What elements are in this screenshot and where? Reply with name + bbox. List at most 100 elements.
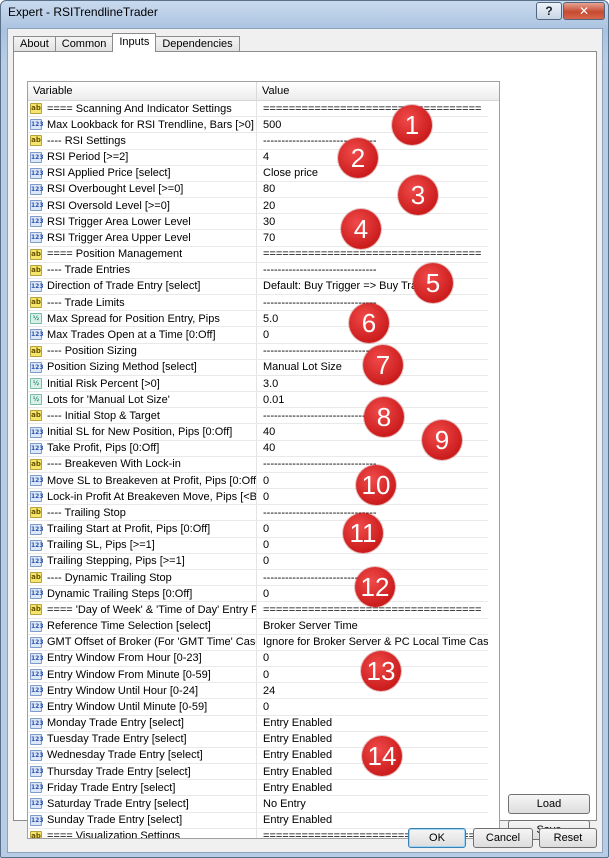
value-cell[interactable]: 0	[257, 699, 488, 714]
variable-cell[interactable]: 123 Tuesday Trade Entry [select]	[28, 731, 257, 747]
table-row[interactable]: 123 Trailing Start at Profit, Pips [0:Off…	[28, 521, 488, 538]
variable-cell[interactable]: 123 Sunday Trade Entry [select]	[28, 812, 257, 828]
table-row[interactable]: 123 Entry Window Until Hour [0-24] 24	[28, 683, 488, 700]
column-header-value[interactable]: Value	[257, 82, 499, 101]
table-row[interactable]: 123 Thursday Trade Entry [select] Entry En…	[28, 764, 488, 781]
variable-cell[interactable]: ab ---- Initial Stop & Target	[28, 408, 257, 424]
value-cell[interactable]: ==================================	[257, 101, 488, 116]
value-cell[interactable]: Default: Buy Trigger => Buy Trade	[257, 279, 488, 294]
variable-cell[interactable]: ab ---- Trade Limits	[28, 295, 257, 311]
table-row[interactable]: 123 Tuesday Trade Entry [select] Entry Ena…	[28, 731, 488, 748]
variable-cell[interactable]: 123 Dynamic Trailing Steps [0:Off]	[28, 586, 257, 602]
variable-cell[interactable]: ab ---- Dynamic Trailing Stop	[28, 569, 257, 586]
variable-cell[interactable]: ab ---- RSI Settings	[28, 133, 257, 149]
table-row[interactable]: 123 RSI Trigger Area Lower Level 30	[28, 214, 488, 231]
variable-cell[interactable]: 123 RSI Period [>=2]	[28, 149, 257, 165]
variable-cell[interactable]: ½ Lots for 'Manual Lot Size'	[28, 392, 257, 408]
variable-cell[interactable]: 123 Entry Window From Hour [0-23]	[28, 650, 257, 667]
table-row[interactable]: 123 RSI Trigger Area Upper Level 70	[28, 230, 488, 247]
value-cell[interactable]: Ignore for Broker Server & PC Local Time…	[257, 635, 488, 650]
variable-cell[interactable]: ab ---- Trailing Stop	[28, 505, 257, 521]
variable-cell[interactable]: ab ==== Visualization Settings	[28, 828, 257, 838]
variable-cell[interactable]: 123 RSI Trigger Area Lower Level	[28, 214, 257, 230]
table-row[interactable]: 123 Position Sizing Method [select] Manual…	[28, 359, 488, 376]
variable-cell[interactable]: ab ---- Trade Entries	[28, 262, 257, 278]
load-button[interactable]: Load	[508, 794, 590, 814]
variable-cell[interactable]: 123 Max Lookback for RSI Trendline, Bars …	[28, 117, 257, 133]
value-cell[interactable]: -------------------------------	[257, 263, 488, 278]
table-row[interactable]: ab ==== 'Day of Week' & 'Time of Day' Ent…	[28, 602, 488, 619]
variable-cell[interactable]: 123 Monday Trade Entry [select]	[28, 715, 257, 731]
table-row[interactable]: 123 Move SL to Breakeven at Profit, Pips …	[28, 472, 488, 490]
value-cell[interactable]: 500	[257, 117, 488, 132]
table-row[interactable]: 123 Monday Trade Entry [select] Entry Enab…	[28, 715, 488, 732]
variable-cell[interactable]: 123 Thursday Trade Entry [select]	[28, 764, 257, 780]
variable-cell[interactable]: ab ---- Breakeven With Lock-in	[28, 456, 257, 472]
help-button[interactable]: ?	[536, 2, 562, 20]
variable-cell[interactable]: 123 Entry Window Until Hour [0-24]	[28, 683, 257, 699]
table-row[interactable]: 123 Friday Trade Entry [select] Entry Enab…	[28, 780, 488, 797]
variable-cell[interactable]: 123 Entry Window From Minute [0-59]	[28, 667, 257, 683]
value-cell[interactable]: Entry Enabled	[257, 780, 488, 795]
variable-cell[interactable]: 123 Entry Window Until Minute [0-59]	[28, 699, 257, 715]
variable-cell[interactable]: 123 RSI Oversold Level [>=0]	[28, 198, 257, 214]
tab-about[interactable]: About	[13, 36, 56, 52]
variable-cell[interactable]: 123 Direction of Trade Entry [select]	[28, 278, 257, 295]
table-row[interactable]: 123 Take Profit, Pips [0:Off] 40	[28, 440, 488, 457]
table-row[interactable]: ½ Lots for 'Manual Lot Size' 0.01	[28, 392, 488, 409]
table-row[interactable]: 123 Wednesday Trade Entry [select] Entry E…	[28, 747, 488, 765]
variable-cell[interactable]: ½ Initial Risk Percent [>0]	[28, 375, 257, 392]
variable-cell[interactable]: 123 Take Profit, Pips [0:Off]	[28, 440, 257, 456]
title-bar[interactable]: Expert - RSITrendlineTrader ? ✕	[1, 1, 608, 23]
variable-cell[interactable]: 123 Friday Trade Entry [select]	[28, 780, 257, 796]
variable-cell[interactable]: ab ==== Scanning And Indicator Settings	[28, 101, 257, 117]
column-header-variable[interactable]: Variable	[28, 82, 257, 101]
variable-cell[interactable]: 123 Lock-in Profit At Breakeven Move, Pip…	[28, 489, 257, 505]
reset-button[interactable]: Reset	[539, 828, 597, 848]
table-row[interactable]: 123 Entry Window From Hour [0-23] 0	[28, 650, 488, 668]
table-row[interactable]: 123 GMT Offset of Broker (For 'GMT Time' …	[28, 634, 488, 651]
table-row[interactable]: ab ---- Dynamic Trailing Stop ------------…	[28, 569, 488, 587]
variable-cell[interactable]: 123 GMT Offset of Broker (For 'GMT Time' …	[28, 634, 257, 650]
table-row[interactable]: 123 Initial SL for New Position, Pips [0:…	[28, 424, 488, 441]
table-row[interactable]: 123 Trailing Stepping, Pips [>=1] 0	[28, 553, 488, 570]
variable-cell[interactable]: ab ==== Position Management	[28, 246, 257, 262]
value-cell[interactable]: Broker Server Time	[257, 619, 488, 634]
table-row[interactable]: ab ==== Position Management ==============…	[28, 246, 488, 263]
table-row[interactable]: ab ---- Initial Stop & Target ------------…	[28, 408, 488, 425]
table-row[interactable]: ab ---- Trailing Stop --------------------…	[28, 505, 488, 522]
table-row[interactable]: ab ---- Breakeven With Lock-in -----------…	[28, 456, 488, 473]
table-row[interactable]: 123 Entry Window From Minute [0-59] 0	[28, 667, 488, 684]
table-row[interactable]: ab ---- Position Sizing ------------------…	[28, 343, 488, 360]
close-button[interactable]: ✕	[563, 2, 605, 20]
value-cell[interactable]: 20	[257, 198, 488, 213]
variable-cell[interactable]: 123 RSI Applied Price [select]	[28, 165, 257, 181]
table-row[interactable]: 123 Saturday Trade Entry [select] No Entry	[28, 796, 488, 813]
table-row[interactable]: 123 Trailing SL, Pips [>=1] 0	[28, 537, 488, 554]
variable-cell[interactable]: ½ Max Spread for Position Entry, Pips	[28, 311, 257, 327]
value-cell[interactable]: No Entry	[257, 796, 488, 811]
variable-cell[interactable]: 123 Max Trades Open at a Time [0:Off]	[28, 327, 257, 343]
variable-cell[interactable]: 123 Saturday Trade Entry [select]	[28, 796, 257, 812]
value-cell[interactable]: 80	[257, 182, 488, 197]
value-cell[interactable]: Entry Enabled	[257, 813, 488, 828]
variable-cell[interactable]: ab ==== 'Day of Week' & 'Time of Day' Ent…	[28, 602, 257, 618]
table-row[interactable]: 123 Entry Window Until Minute [0-59] 0	[28, 699, 488, 716]
value-cell[interactable]: ==================================	[257, 247, 488, 262]
table-row[interactable]: 123 Max Trades Open at a Time [0:Off] 0	[28, 327, 488, 344]
table-row[interactable]: 123 Sunday Trade Entry [select] Entry Enab…	[28, 812, 488, 829]
variable-cell[interactable]: 123 Reference Time Selection [select]	[28, 618, 257, 634]
table-row[interactable]: ½ Initial Risk Percent [>0] 3.0	[28, 375, 488, 393]
tab-dependencies[interactable]: Dependencies	[155, 36, 240, 52]
variable-cell[interactable]: 123 Wednesday Trade Entry [select]	[28, 747, 257, 764]
variable-cell[interactable]: 123 Trailing Stepping, Pips [>=1]	[28, 553, 257, 569]
table-row[interactable]: 123 Reference Time Selection [select] Brok…	[28, 618, 488, 635]
variable-cell[interactable]: 123 Trailing Start at Profit, Pips [0:Off…	[28, 521, 257, 537]
variable-cell[interactable]: 123 Trailing SL, Pips [>=1]	[28, 537, 257, 553]
variable-cell[interactable]: 123 Move SL to Breakeven at Profit, Pips …	[28, 472, 257, 489]
table-row[interactable]: 123 Lock-in Profit At Breakeven Move, Pip…	[28, 489, 488, 506]
table-row[interactable]: 123 Dynamic Trailing Steps [0:Off] 0	[28, 586, 488, 603]
variable-cell[interactable]: ab ---- Position Sizing	[28, 343, 257, 359]
ok-button[interactable]: OK	[408, 828, 466, 848]
tab-common[interactable]: Common	[54, 36, 114, 52]
